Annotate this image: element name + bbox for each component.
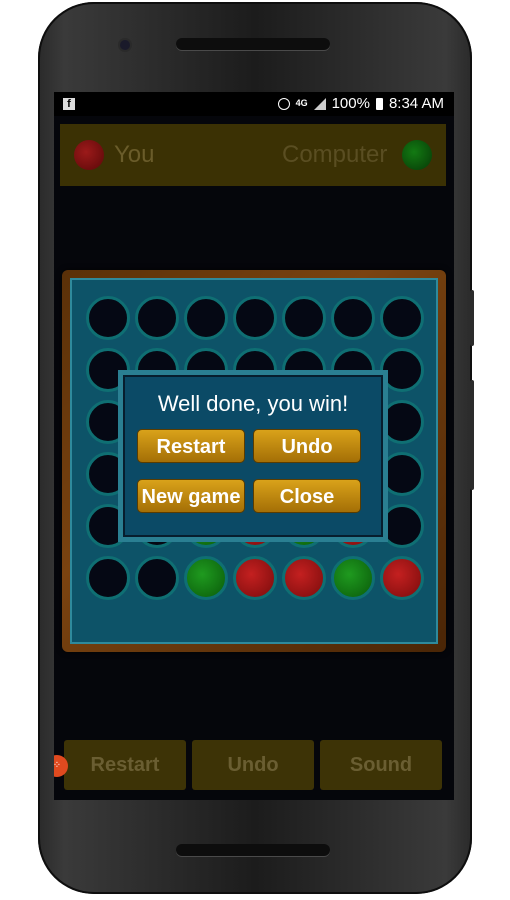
player-you-label: You: [114, 141, 155, 168]
board-cell[interactable]: [86, 296, 130, 340]
player-you-disc: [74, 140, 104, 170]
status-bar: f 4G 100% 8:34 AM: [54, 92, 454, 116]
board-cell[interactable]: [135, 556, 179, 600]
win-dialog-body: Well done, you win! Restart Undo New gam…: [123, 375, 383, 537]
toolbar-restart-button[interactable]: Restart: [64, 740, 186, 790]
board-cell[interactable]: [331, 296, 375, 340]
status-indicators: 4G 100% 8:34 AM: [277, 95, 444, 112]
battery-icon: [375, 97, 383, 110]
board-cell[interactable]: [282, 296, 326, 340]
win-dialog: Well done, you win! Restart Undo New gam…: [118, 370, 388, 542]
facebook-icon: f: [63, 98, 75, 110]
win-dialog-title: Well done, you win!: [157, 391, 349, 416]
board-cell[interactable]: [233, 556, 277, 600]
toolbar-undo-button[interactable]: Undo: [192, 740, 314, 790]
toolbar-sound-button[interactable]: Sound: [320, 740, 442, 790]
players-panel: You Computer: [60, 124, 446, 186]
clock: 8:34 AM: [388, 95, 444, 112]
network-type: 4G: [295, 98, 308, 108]
front-camera: [120, 40, 130, 50]
volume-button: [470, 290, 474, 346]
board-cell[interactable]: [233, 296, 277, 340]
screen: f 4G 100% 8:34 AM You Computer Well done…: [54, 92, 454, 800]
earpiece-speaker: [176, 38, 330, 50]
bottom-toolbar: Restart Undo Sound: [64, 740, 444, 790]
board-cell[interactable]: [184, 556, 228, 600]
alarm-icon: [277, 97, 290, 110]
dialog-undo-button[interactable]: Undo: [253, 429, 361, 463]
battery-percent: 100%: [331, 95, 370, 112]
dialog-new-game-button[interactable]: New game: [137, 479, 245, 513]
board-cell[interactable]: [380, 556, 424, 600]
dialog-close-button[interactable]: Close: [253, 479, 361, 513]
player-computer-disc: [402, 140, 432, 170]
board-cell[interactable]: [135, 296, 179, 340]
board-cell[interactable]: [86, 556, 130, 600]
signal-icon: [313, 97, 326, 110]
player-computer-label: Computer: [282, 141, 388, 168]
power-button: [470, 380, 474, 490]
board-cell[interactable]: [331, 556, 375, 600]
bottom-speaker: [176, 844, 330, 856]
board-cell[interactable]: [282, 556, 326, 600]
board-cell[interactable]: [184, 296, 228, 340]
board-cell[interactable]: [380, 296, 424, 340]
dialog-restart-button[interactable]: Restart: [137, 429, 245, 463]
